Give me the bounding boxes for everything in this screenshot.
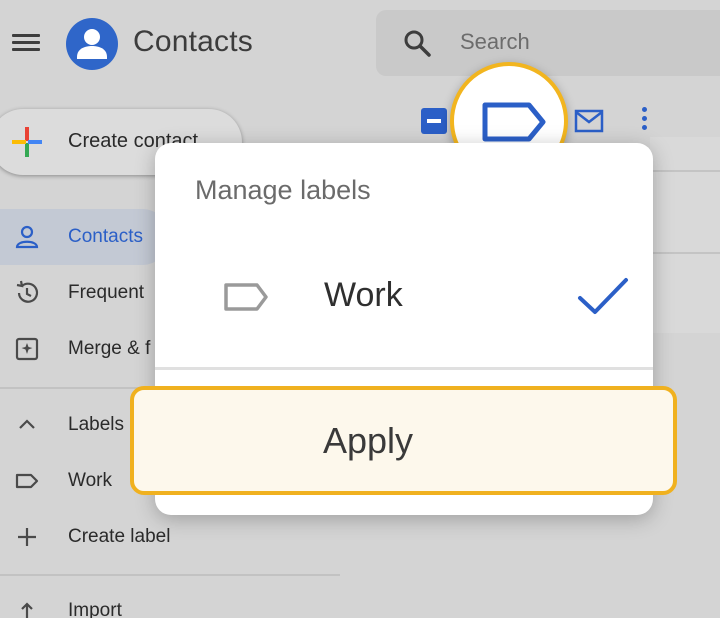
sidebar-item-label: Contacts <box>68 226 143 247</box>
check-icon[interactable] <box>576 276 630 318</box>
app-title: Contacts <box>133 25 253 58</box>
label-option-work[interactable]: Work <box>324 276 403 315</box>
list-divider <box>650 170 720 172</box>
label-icon <box>224 283 268 311</box>
sidebar-item-frequent[interactable]: Frequent <box>68 282 144 304</box>
chevron-up-icon[interactable] <box>14 412 40 438</box>
label-icon <box>15 473 39 489</box>
sidebar-item-work[interactable]: Work <box>68 470 112 492</box>
select-checkbox-icon[interactable] <box>421 108 447 134</box>
sidebar-item-import[interactable]: Import <box>68 600 122 618</box>
upload-icon <box>21 602 33 618</box>
label-icon <box>482 102 546 142</box>
history-icon <box>16 280 39 303</box>
search-input[interactable]: Search <box>460 29 530 55</box>
dialog-title: Manage labels <box>195 175 371 205</box>
email-icon[interactable] <box>574 108 604 134</box>
plus-icon <box>18 528 36 546</box>
labels-section-header[interactable]: Labels <box>68 414 124 436</box>
apply-button-label: Apply <box>323 420 414 461</box>
plus-icon <box>12 127 42 157</box>
merge-icon <box>15 337 39 361</box>
more-vert-icon[interactable] <box>638 107 650 135</box>
contact-list-area <box>650 137 720 333</box>
person-icon <box>15 225 39 249</box>
person-avatar-icon <box>66 18 118 70</box>
sidebar-item-merge[interactable]: Merge & f <box>68 338 150 360</box>
search-icon[interactable] <box>402 28 432 58</box>
hamburger-menu-icon[interactable] <box>12 30 40 54</box>
list-divider <box>650 252 720 254</box>
create-label-button[interactable]: Create label <box>68 526 170 548</box>
sidebar-divider <box>0 574 340 576</box>
dialog-divider <box>155 367 653 370</box>
